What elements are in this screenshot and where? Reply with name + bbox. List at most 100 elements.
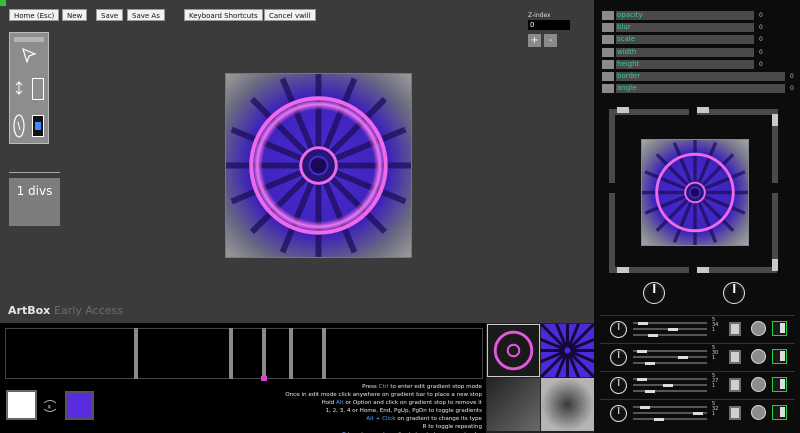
- visibility-toggle[interactable]: [772, 349, 787, 364]
- help-line: Hold Alt or Option and click on gradient…: [321, 400, 482, 406]
- gradient-stop[interactable]: [134, 328, 138, 379]
- gradient-slider[interactable]: [633, 334, 707, 336]
- slider-thumb[interactable]: [637, 377, 647, 381]
- property-slider[interactable]: height: [616, 59, 754, 69]
- gradient-stop[interactable]: [322, 328, 326, 379]
- save-button[interactable]: Save: [96, 9, 124, 21]
- rectangle-tool-icon[interactable]: [32, 78, 44, 100]
- property-slider[interactable]: border: [616, 72, 785, 81]
- primary-color-swatch[interactable]: [6, 390, 37, 420]
- slider-thumb[interactable]: [663, 383, 673, 387]
- layer-count[interactable]: 1 divs: [9, 178, 60, 226]
- gradient-type-button[interactable]: [729, 378, 741, 392]
- status-dot: [0, 0, 6, 6]
- slider-thumb[interactable]: [645, 389, 655, 393]
- angle-knob[interactable]: [610, 377, 627, 394]
- radial-toggle-button[interactable]: [751, 377, 766, 392]
- slider-thumb[interactable]: [693, 411, 703, 415]
- gradient-values: 5 27 1: [712, 374, 718, 389]
- property-value: 0: [759, 48, 763, 56]
- gradient-stop[interactable]: [262, 328, 266, 379]
- slider-thumb[interactable]: [637, 349, 647, 353]
- resize-handle[interactable]: [772, 259, 778, 271]
- resize-handle[interactable]: [617, 107, 629, 113]
- visibility-toggle[interactable]: [772, 405, 787, 420]
- property-toggle[interactable]: [602, 59, 614, 69]
- slider-thumb[interactable]: [645, 361, 655, 365]
- rotation-knob[interactable]: [643, 282, 665, 304]
- gradient-bar[interactable]: [5, 328, 483, 379]
- gradient-type-button[interactable]: [729, 406, 741, 420]
- zindex-plus-button[interactable]: +: [528, 34, 541, 47]
- slider-thumb[interactable]: [678, 355, 688, 359]
- property-toggle[interactable]: [602, 11, 614, 20]
- swap-colors-icon[interactable]: x: [42, 399, 58, 413]
- property-slider[interactable]: angle: [616, 84, 785, 94]
- gradient-values: 5 30 1: [712, 346, 718, 361]
- layer-tool-icon[interactable]: [32, 115, 44, 137]
- property-slider[interactable]: width: [616, 47, 754, 57]
- angle-knob[interactable]: [610, 405, 627, 422]
- radial-toggle-button[interactable]: [751, 349, 766, 364]
- gradient-type-button[interactable]: [729, 322, 741, 336]
- resize-handle[interactable]: [697, 107, 709, 113]
- help-text: Press Ctrl to enter edit gradient stop m…: [260, 383, 482, 433]
- artbox-app: Home (Esc) New Save Save As Keyboard Sho…: [0, 0, 800, 433]
- zindex-minus-button[interactable]: -: [544, 34, 557, 47]
- property-value: 0: [759, 36, 763, 44]
- new-button[interactable]: New: [62, 9, 88, 21]
- help-line: Alt + Click on gradient to change its ty…: [366, 416, 482, 422]
- gradient-slider[interactable]: [633, 356, 707, 358]
- property-slider[interactable]: scale: [616, 35, 754, 45]
- slider-thumb[interactable]: [638, 321, 648, 325]
- property-toggle[interactable]: [602, 35, 614, 45]
- gradient-slider[interactable]: [633, 418, 707, 420]
- property-slider[interactable]: opacity: [616, 11, 754, 20]
- rotation-knob[interactable]: [723, 282, 745, 304]
- keyboard-shortcuts-button[interactable]: Keyboard Shortcuts: [184, 9, 263, 21]
- zindex-input[interactable]: 0: [528, 20, 570, 30]
- gradient-layer-row: 5 30 1: [600, 343, 795, 370]
- resize-handle[interactable]: [772, 114, 778, 126]
- property-slider[interactable]: blur: [616, 23, 754, 33]
- radial-toggle-button[interactable]: [751, 405, 766, 420]
- zindex-label: Z-index: [528, 12, 551, 19]
- gradient-stop[interactable]: [229, 328, 233, 379]
- gradient-thumbnails: [486, 323, 594, 433]
- ellipse-tool-icon[interactable]: [12, 113, 26, 139]
- slider-thumb[interactable]: [668, 327, 678, 331]
- gradient-type-button[interactable]: [729, 350, 741, 364]
- property-toggle[interactable]: [602, 23, 614, 33]
- gradient-thumb-4[interactable]: [541, 378, 594, 431]
- home-button[interactable]: Home (Esc): [9, 9, 60, 21]
- gradient-values: 5 32 1: [712, 402, 718, 417]
- gradient-thumb-1[interactable]: [487, 324, 540, 377]
- help-line: Press Ctrl to enter edit gradient stop m…: [362, 384, 482, 390]
- gradient-stop[interactable]: [289, 328, 293, 379]
- gradient-thumb-3[interactable]: [487, 378, 540, 431]
- canvas-artwork[interactable]: [225, 73, 412, 258]
- palette-drag-handle[interactable]: [14, 37, 44, 42]
- help-line: R to toggle repeating: [422, 424, 482, 430]
- visibility-toggle[interactable]: [772, 377, 787, 392]
- angle-knob[interactable]: [610, 349, 627, 366]
- secondary-color-swatch[interactable]: [65, 391, 94, 420]
- radial-toggle-button[interactable]: [751, 321, 766, 336]
- angle-knob[interactable]: [610, 321, 627, 338]
- slider-thumb[interactable]: [640, 405, 650, 409]
- select-arrow-icon[interactable]: [20, 47, 38, 63]
- slider-thumb[interactable]: [648, 333, 658, 337]
- gradient-thumb-2[interactable]: [541, 324, 594, 377]
- property-toggle[interactable]: [602, 47, 614, 57]
- tool-palette: [9, 32, 49, 144]
- resize-handle[interactable]: [617, 267, 629, 273]
- cancel-button[interactable]: Cancel vwill: [264, 9, 316, 21]
- visibility-toggle[interactable]: [772, 321, 787, 336]
- resize-handle[interactable]: [697, 267, 709, 273]
- svg-text:x: x: [48, 404, 52, 411]
- resize-arrows-icon[interactable]: [12, 81, 26, 95]
- property-toggle[interactable]: [602, 72, 614, 81]
- save-as-button[interactable]: Save As: [127, 9, 165, 21]
- property-toggle[interactable]: [602, 84, 614, 94]
- slider-thumb[interactable]: [654, 417, 664, 421]
